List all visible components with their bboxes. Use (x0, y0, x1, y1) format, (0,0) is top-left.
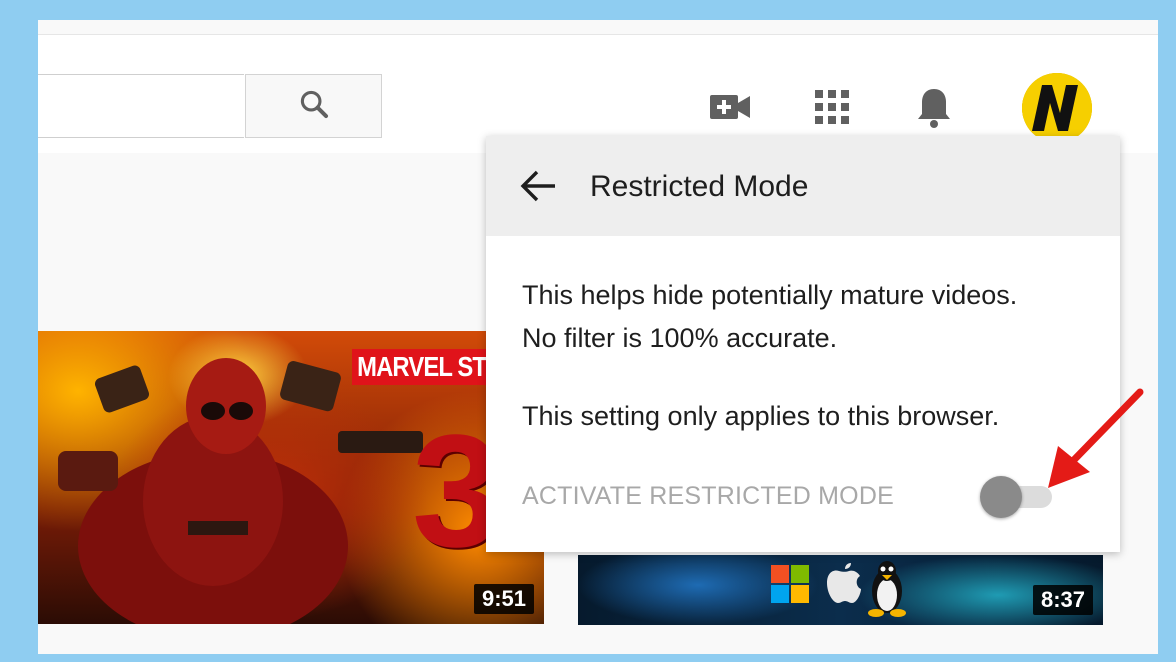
browser-note: This setting only applies to this browse… (522, 401, 1000, 431)
search-icon (297, 87, 331, 126)
video-thumbnail[interactable]: MARVEL STU 3 9:51 (38, 331, 544, 624)
arrow-left-icon (518, 168, 558, 209)
thumbnail-overlay-text: MARVEL STU (352, 349, 508, 385)
panel-title: Restricted Mode (590, 170, 809, 203)
notifications-bell-icon (916, 86, 952, 133)
app-window: MARVEL STU 3 9:51 8:37 Restricted Mode T… (38, 20, 1158, 654)
notifications-button[interactable] (910, 85, 958, 133)
create-video-button[interactable] (706, 85, 754, 133)
avatar[interactable] (1022, 73, 1092, 143)
search-button[interactable] (245, 74, 382, 138)
create-video-icon (708, 92, 752, 127)
video-thumbnail[interactable]: 8:37 (578, 555, 1103, 625)
video-duration-badge: 8:37 (1032, 585, 1093, 615)
video-duration-badge: 9:51 (473, 584, 534, 614)
os-logos-icon (771, 561, 906, 617)
back-button[interactable] (516, 166, 560, 210)
toggle-label: ACTIVATE RESTRICTED MODE (522, 482, 894, 510)
panel-description-line2: No filter is 100% accurate. (522, 323, 838, 353)
apps-button[interactable] (808, 85, 856, 133)
search-input[interactable] (38, 74, 244, 138)
red-arrow-annotation-icon (1048, 388, 1144, 488)
panel-header: Restricted Mode (486, 136, 1120, 236)
panel-description-line1: This helps hide potentially mature video… (522, 280, 1018, 310)
apps-grid-icon (814, 89, 850, 130)
channel-logo-icon (1022, 73, 1092, 143)
